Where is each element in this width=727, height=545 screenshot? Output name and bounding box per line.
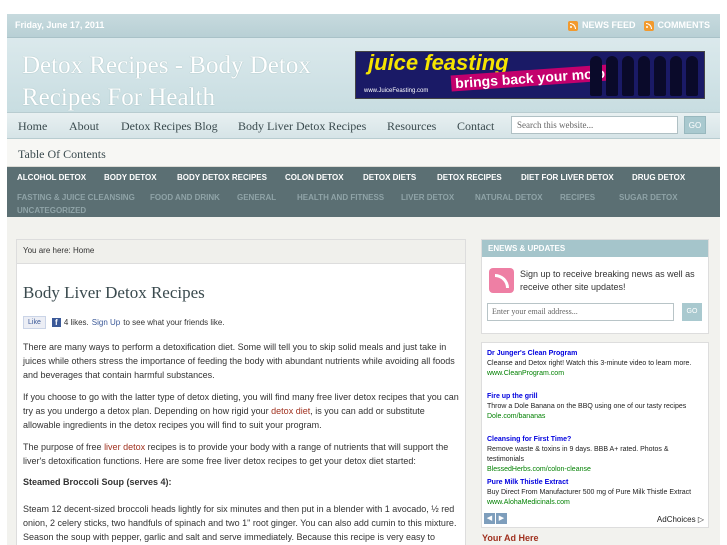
cat-diet-for-liver-detox[interactable]: DIET FOR LIVER DETOX — [521, 173, 614, 182]
nav-home[interactable]: Home — [18, 119, 47, 134]
rss-icon — [643, 20, 654, 31]
like-button[interactable]: Like — [23, 316, 46, 329]
ad-desc: Buy Direct From Manufacturer 500 mg of P… — [487, 489, 692, 496]
ad-choices-link[interactable]: AdChoices ▷ — [657, 515, 704, 524]
detox-diet-link[interactable]: detox diet — [271, 406, 310, 416]
date-label: Friday, June 17, 2011 — [15, 20, 105, 30]
ad-url[interactable]: BlessedHerbs.com/colon-cleanse — [487, 465, 702, 475]
enews-widget: ENEWS & UPDATES Sign up to receive break… — [481, 239, 709, 334]
ad-url[interactable]: www.CleanProgram.com — [487, 369, 702, 379]
ad-desc: Remove waste & toxins in 9 days. BBB A+ … — [487, 446, 669, 463]
banner-url: www.JuiceFeasting.com — [364, 88, 429, 94]
main-area: You are here: Home Body Liver Detox Reci… — [7, 217, 720, 545]
facebook-like-widget: Like f 4 likes. Sign Up to see what your… — [23, 316, 225, 329]
ad-choices-label: AdChoices — [656, 515, 696, 524]
sidebar: ENEWS & UPDATES Sign up to receive break… — [481, 239, 709, 545]
cat-body-detox-recipes[interactable]: BODY DETOX RECIPES — [177, 173, 267, 182]
comments-label: COMMENTS — [657, 20, 711, 30]
comments-feed-link[interactable]: COMMENTS — [643, 20, 711, 31]
paragraph-1: There are many ways to perform a detoxif… — [23, 342, 455, 380]
paragraph-5: Steam 12 decent-sized broccoli heads lig… — [23, 504, 457, 542]
ad-desc: Cleanse and Detox right! Watch this 3-mi… — [487, 360, 692, 367]
breadcrumb: You are here: Home — [17, 240, 465, 264]
ad-title[interactable]: Pure Milk Thistle Extract — [487, 478, 702, 488]
news-feed-label: NEWS FEED — [581, 20, 636, 30]
nav-about[interactable]: About — [69, 119, 99, 134]
email-field[interactable]: Enter your email address... — [487, 303, 674, 321]
ad-item[interactable]: Fire up the grill Throw a Dole Banana on… — [487, 392, 702, 422]
cat-health-and-fitness[interactable]: HEALTH AND FITNESS — [297, 193, 384, 202]
juice-feasting-banner[interactable]: juice feasting brings back your mojo www… — [355, 51, 705, 99]
ad-item[interactable]: Pure Milk Thistle Extract Buy Direct Fro… — [487, 478, 702, 508]
post-title[interactable]: Body Liver Detox Recipes — [23, 283, 205, 303]
ad-item[interactable]: Cleansing for First Time? Remove waste &… — [487, 435, 702, 475]
site-header: Detox Recipes - Body Detox Recipes For H… — [7, 38, 720, 112]
ad-choices-icon: ▷ — [697, 515, 704, 524]
ad-nav: ◀ ▶ — [484, 513, 507, 524]
recipe-heading: Steamed Broccoli Soup (serves 4): — [23, 477, 172, 487]
paragraph-3: The purpose of free liver detox recipes … — [23, 442, 449, 466]
ad-url[interactable]: www.AlohaMedicinals.com — [487, 498, 702, 508]
dancer-silhouettes — [590, 56, 698, 96]
search-button[interactable]: GO — [684, 116, 706, 134]
cat-colon-detox[interactable]: COLON DETOX — [285, 173, 344, 182]
post-content: You are here: Home Body Liver Detox Reci… — [16, 239, 466, 545]
cat-drug-detox[interactable]: DRUG DETOX — [632, 173, 685, 182]
facebook-icon: f — [51, 318, 61, 327]
enews-text: Sign up to receive breaking news as well… — [520, 269, 695, 292]
ad-title[interactable]: Dr Junger's Clean Program — [487, 349, 702, 359]
rss-icon[interactable] — [489, 268, 514, 293]
cat-detox-diets[interactable]: DETOX DIETS — [363, 173, 416, 182]
toc-label[interactable]: Table Of Contents — [18, 147, 106, 162]
cat-natural-detox[interactable]: NATURAL DETOX — [475, 193, 543, 202]
your-ad-here-link[interactable]: Your Ad Here — [482, 533, 539, 543]
cat-general[interactable]: GENERAL — [237, 193, 276, 202]
ad-title[interactable]: Cleansing for First Time? — [487, 435, 702, 445]
main-nav: Home About Detox Recipes Blog Body Liver… — [7, 112, 720, 139]
ad-title[interactable]: Fire up the grill — [487, 392, 702, 402]
nav-resources[interactable]: Resources — [387, 119, 436, 134]
nav-body-liver-detox-recipes[interactable]: Body Liver Detox Recipes — [238, 119, 366, 134]
table-of-contents-bar: Table Of Contents — [7, 139, 720, 167]
cat-fasting-juice-cleansing[interactable]: FASTING & JUICE CLEANSING — [17, 193, 135, 202]
category-bar: ALCOHOL DETOX BODY DETOX BODY DETOX RECI… — [7, 167, 720, 217]
page: Friday, June 17, 2011 NEWS FEED COMMENTS… — [7, 14, 720, 545]
cat-uncategorized[interactable]: UNCATEGORIZED — [17, 206, 86, 215]
cat-liver-detox[interactable]: LIVER DETOX — [401, 193, 454, 202]
enews-header: ENEWS & UPDATES — [482, 240, 708, 257]
cat-body-detox[interactable]: BODY DETOX — [104, 173, 157, 182]
cat-alcohol-detox[interactable]: ALCOHOL DETOX — [17, 173, 86, 182]
cat-food-and-drink[interactable]: FOOD AND DRINK — [150, 193, 220, 202]
cat-recipes[interactable]: RECIPES — [560, 193, 595, 202]
ad-url[interactable]: Dole.com/bananas — [487, 412, 702, 422]
search-input[interactable]: Search this website... — [511, 116, 678, 134]
ads-widget: Dr Junger's Clean Program Cleanse and De… — [481, 342, 709, 528]
liver-detox-link[interactable]: liver detox — [104, 442, 145, 452]
nav-detox-recipes-blog[interactable]: Detox Recipes Blog — [121, 119, 218, 134]
nav-contact[interactable]: Contact — [457, 119, 494, 134]
chevron-left-icon[interactable]: ◀ — [484, 513, 495, 524]
ad-item[interactable]: Dr Junger's Clean Program Cleanse and De… — [487, 349, 702, 379]
paragraph-2: If you choose to go with the latter type… — [23, 392, 459, 430]
feed-links: NEWS FEED COMMENTS — [567, 20, 711, 31]
subscribe-button[interactable]: GO — [682, 303, 702, 321]
rss-icon — [567, 20, 578, 31]
like-count: 4 likes. — [63, 318, 89, 327]
news-feed-link[interactable]: NEWS FEED — [567, 20, 636, 31]
chevron-right-icon[interactable]: ▶ — [496, 513, 507, 524]
like-tail: to see what your friends like. — [123, 318, 225, 327]
cat-sugar-detox[interactable]: SUGAR DETOX — [619, 193, 678, 202]
cat-detox-recipes[interactable]: DETOX RECIPES — [437, 173, 502, 182]
ad-desc: Throw a Dole Banana on the BBQ using one… — [487, 403, 687, 410]
top-bar: Friday, June 17, 2011 NEWS FEED COMMENTS — [7, 14, 720, 38]
sign-up-link[interactable]: Sign Up — [92, 318, 120, 327]
site-title[interactable]: Detox Recipes - Body Detox Recipes For H… — [22, 50, 352, 114]
